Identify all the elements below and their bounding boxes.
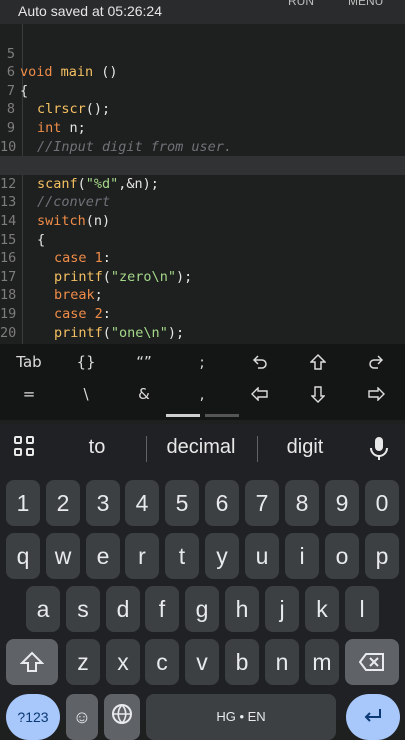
page-indicator-active xyxy=(166,414,200,417)
code-line[interactable]: 15 case 1: xyxy=(0,212,405,267)
backslash-key[interactable]: \ xyxy=(58,376,114,412)
code-line[interactable]: 8 int n; xyxy=(0,82,405,136)
key-w[interactable]: w xyxy=(46,533,80,579)
redo-icon[interactable] xyxy=(348,344,404,380)
shift-up-icon[interactable] xyxy=(290,344,346,380)
comma-key[interactable]: , xyxy=(174,376,230,412)
suggestion-1[interactable]: to xyxy=(60,436,134,459)
key-6[interactable]: 6 xyxy=(205,480,239,526)
key-o[interactable]: o xyxy=(325,533,359,579)
key-1[interactable]: 1 xyxy=(6,480,40,526)
quotes-key[interactable]: “” xyxy=(116,344,172,380)
key-9[interactable]: 9 xyxy=(325,480,359,526)
key-p[interactable]: p xyxy=(365,533,399,579)
key-s[interactable]: s xyxy=(66,586,100,632)
arrow-right-icon[interactable] xyxy=(348,376,404,412)
arrow-down-icon[interactable] xyxy=(290,376,346,412)
suggestion-2[interactable]: decimal xyxy=(150,436,252,459)
key-d[interactable]: d xyxy=(106,586,140,632)
arrow-left-icon[interactable] xyxy=(232,376,288,412)
key-i[interactable]: i xyxy=(285,533,319,579)
key-y[interactable]: y xyxy=(205,533,239,579)
semicolon-key[interactable]: ; xyxy=(174,344,230,380)
key-x[interactable]: x xyxy=(106,639,140,685)
key-v[interactable]: v xyxy=(185,639,219,685)
key-c[interactable]: c xyxy=(145,639,179,685)
key-u[interactable]: u xyxy=(245,533,279,579)
code-line[interactable]: 17 break; xyxy=(0,249,405,304)
key-j[interactable]: j xyxy=(265,586,299,632)
suggestion-divider xyxy=(257,436,258,462)
key-7[interactable]: 7 xyxy=(245,480,279,526)
soft-keyboard: to decimal digit 1 2 3 4 5 6 7 8 9 0 q w… xyxy=(0,424,405,740)
emoji-key[interactable]: ☺ xyxy=(66,694,98,740)
key-h[interactable]: h xyxy=(225,586,259,632)
key-2[interactable]: 2 xyxy=(46,480,80,526)
key-a[interactable]: a xyxy=(26,586,60,632)
code-line[interactable]: 7 clrscr(); xyxy=(0,63,405,118)
microphone-icon[interactable] xyxy=(368,436,390,462)
backspace-key[interactable] xyxy=(345,639,399,685)
code-line[interactable]: 20 break; xyxy=(0,305,405,344)
code-line[interactable]: 18 case 2: xyxy=(0,268,405,322)
key-r[interactable]: r xyxy=(125,533,159,579)
key-4[interactable]: 4 xyxy=(125,480,159,526)
page-indicator xyxy=(205,414,239,417)
key-g[interactable]: g xyxy=(185,586,219,632)
enter-key[interactable] xyxy=(346,694,400,740)
suggestion-divider xyxy=(146,436,147,462)
autosave-text: Auto saved at 05:26:24 xyxy=(18,3,162,19)
run-button[interactable]: RUN xyxy=(288,0,314,8)
key-z[interactable]: z xyxy=(66,639,100,685)
symbols-key[interactable]: ?123 xyxy=(6,694,60,740)
code-line[interactable]: 21 case 3: xyxy=(0,324,405,344)
symbol-bar: Tab {} “” ; = \ & , xyxy=(0,344,405,420)
code-line[interactable]: 5 void main () xyxy=(0,26,405,81)
code-line[interactable]: 6 { xyxy=(0,45,405,99)
code-line[interactable]: 13 switch(n) xyxy=(0,175,405,229)
equals-key[interactable]: = xyxy=(1,376,57,412)
key-n[interactable]: n xyxy=(265,639,299,685)
key-m[interactable]: m xyxy=(305,639,339,685)
ampersand-key[interactable]: & xyxy=(116,376,172,412)
code-line[interactable]: 14 { xyxy=(0,193,405,248)
code-line[interactable]: 16 printf("zero\n"); xyxy=(0,231,405,285)
menu-button[interactable]: MENU xyxy=(348,0,383,8)
code-editor[interactable]: 5 void main () 6 { 7 clrscr(); 8 int n; … xyxy=(0,24,405,344)
key-f[interactable]: f xyxy=(145,586,179,632)
key-t[interactable]: t xyxy=(165,533,199,579)
code-line[interactable]: 11 scanf("%d",&n); xyxy=(0,138,405,192)
key-b[interactable]: b xyxy=(225,639,259,685)
braces-key[interactable]: {} xyxy=(58,344,114,380)
space-bar[interactable]: HG • EN xyxy=(146,694,336,740)
code-line[interactable]: 9 //Input digit from user. xyxy=(0,100,405,155)
code-line[interactable]: 10 printf("Enter a number here:(0-10)"); xyxy=(0,119,405,174)
suggestion-3[interactable]: digit xyxy=(260,436,350,459)
code-line[interactable]: 19 printf("one\n"); xyxy=(0,286,405,341)
key-3[interactable]: 3 xyxy=(86,480,120,526)
shift-key[interactable] xyxy=(6,639,58,685)
tab-key[interactable]: Tab xyxy=(1,344,57,380)
key-5[interactable]: 5 xyxy=(165,480,199,526)
globe-icon[interactable] xyxy=(104,694,140,740)
apps-grid-icon[interactable] xyxy=(14,436,36,458)
suggestion-strip: to decimal digit xyxy=(0,424,405,472)
key-k[interactable]: k xyxy=(305,586,339,632)
key-0[interactable]: 0 xyxy=(365,480,399,526)
autosave-toast: Auto saved at 05:26:24 RUN MENU xyxy=(0,0,405,24)
key-q[interactable]: q xyxy=(6,533,40,579)
key-l[interactable]: l xyxy=(345,586,379,632)
code-line-active[interactable]: 12 //convert xyxy=(0,156,405,210)
key-e[interactable]: e xyxy=(86,533,120,579)
undo-icon[interactable] xyxy=(232,344,288,380)
key-8[interactable]: 8 xyxy=(285,480,319,526)
